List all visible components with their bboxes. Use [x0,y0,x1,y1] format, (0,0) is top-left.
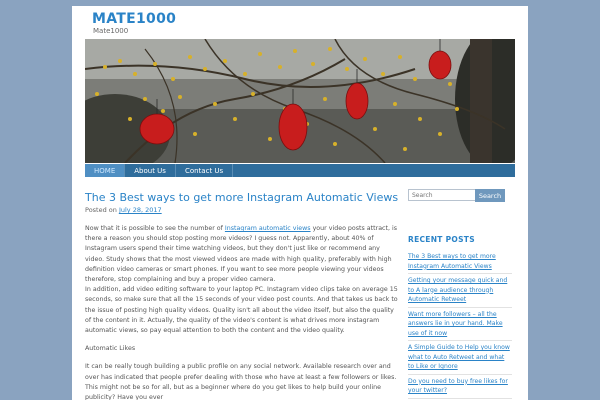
list-item: Do you need to buy free likes for your t… [408,375,512,399]
recent-posts-heading: RECENT POSTS [408,235,475,244]
post-meta-prefix: Posted on [85,206,117,214]
main-navigation: HOME About Us Contact Us [85,164,515,177]
recent-post-link[interactable]: A Simple Guide to Help you know what to … [408,344,510,370]
post-text: In addition, add video editing software … [85,286,398,335]
recent-post-link[interactable]: The 3 Best ways to get more Instagram Au… [408,253,496,270]
post-title[interactable]: The 3 Best ways to get more Instagram Au… [85,191,398,204]
post-subheading: Automatic Likes [85,345,136,353]
post-paragraph: Now that it is possible to see the numbe… [85,224,399,336]
recent-post-link[interactable]: Want more followers – all the answers li… [408,311,503,337]
post-paragraph: It can be really tough building a public… [85,363,397,400]
search-button[interactable]: Search [475,189,505,202]
post-text: Now that it is possible to see the numbe… [85,225,225,232]
site-title[interactable]: MATE1000 [92,11,176,27]
post-body: Now that it is possible to see the numbe… [85,224,399,400]
post-meta: Posted on July 28, 2017 [85,206,162,214]
site-description: Mate1000 [93,27,129,35]
post-text: your video posts attract, is there a rea… [85,225,398,284]
list-item: Getting your message quick and to A larg… [408,274,512,308]
nav-item-home[interactable]: HOME [85,164,126,177]
recent-post-link[interactable]: Getting your message quick and to A larg… [408,277,507,303]
header-banner-image [85,39,515,163]
nav-item-contact-us[interactable]: Contact Us [176,164,234,177]
post-date-link[interactable]: July 28, 2017 [119,206,162,214]
list-item: The 3 Best ways to get more Instagram Au… [408,250,512,274]
list-item: Want more followers – all the answers li… [408,308,512,341]
list-item: A Simple Guide to Help you know what to … [408,341,512,375]
recent-post-link[interactable]: Do you need to buy free likes for your t… [408,378,508,395]
page-container: MATE1000 Mate1000 HOME About Us Contact … [72,6,528,400]
instagram-automatic-views-link[interactable]: Instagram automatic views [225,225,311,232]
search-input[interactable] [408,189,476,201]
recent-posts-list: The 3 Best ways to get more Instagram Au… [408,250,512,399]
nav-item-about-us[interactable]: About Us [125,164,176,177]
